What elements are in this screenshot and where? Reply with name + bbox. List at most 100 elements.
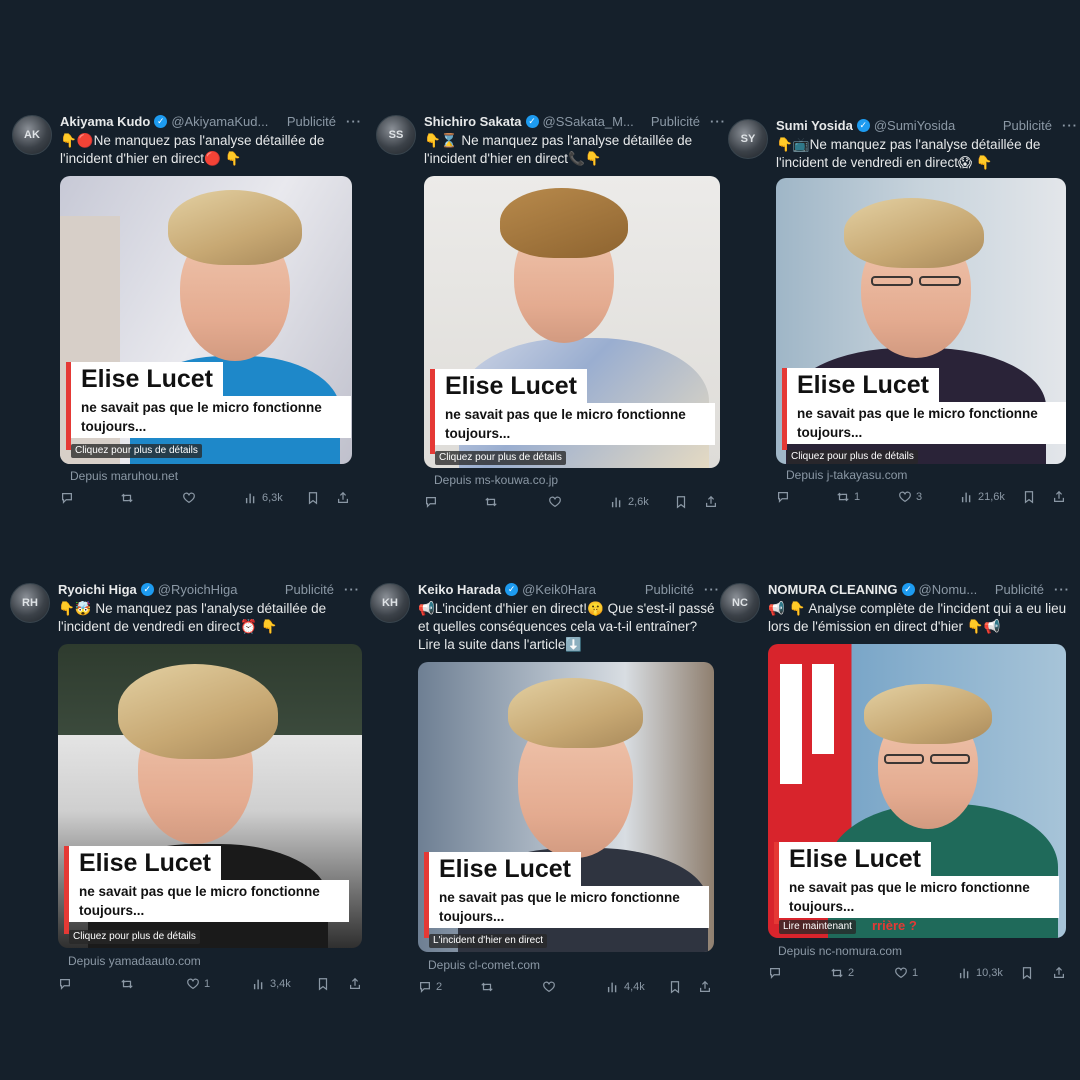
share-button[interactable] bbox=[1052, 490, 1066, 504]
bookmark-button[interactable] bbox=[306, 491, 320, 505]
cta-label[interactable]: Cliquez pour plus de détails bbox=[71, 444, 202, 458]
reply-button[interactable] bbox=[768, 966, 782, 980]
reply-count: 2 bbox=[436, 981, 443, 993]
ad-label: Publicité bbox=[286, 113, 336, 129]
display-name[interactable]: NOMURA CLEANING bbox=[768, 582, 898, 597]
sponsored-tweet[interactable]: KH Keiko Harada ✓ @Keik0Hara Publicité ·… bbox=[370, 580, 720, 1000]
share-button[interactable] bbox=[704, 495, 718, 509]
avatar[interactable]: AK bbox=[12, 115, 52, 155]
like-button[interactable]: 3 bbox=[898, 490, 922, 504]
views-button[interactable]: 2,6k bbox=[610, 495, 649, 509]
cta-label[interactable]: Cliquez pour plus de détails bbox=[69, 930, 200, 944]
media-card[interactable]: Elise Lucet ne savait pas que le micro f… bbox=[60, 176, 352, 464]
retweet-button[interactable] bbox=[480, 980, 494, 994]
avatar[interactable]: KH bbox=[370, 583, 410, 623]
more-icon[interactable]: ··· bbox=[1062, 118, 1078, 133]
more-icon[interactable]: ··· bbox=[346, 114, 362, 129]
cta-label[interactable]: Lire maintenant bbox=[779, 920, 856, 934]
sponsored-tweet[interactable]: NC NOMURA CLEANING ✓ @Nomu... Publicité … bbox=[720, 580, 1070, 1000]
display-name[interactable]: Ryoichi Higa bbox=[58, 582, 137, 597]
views-button[interactable]: 4,4k bbox=[606, 980, 645, 994]
retweet-icon bbox=[481, 982, 493, 992]
like-button[interactable] bbox=[182, 491, 196, 505]
like-button[interactable] bbox=[548, 495, 562, 509]
retweet-button[interactable] bbox=[120, 491, 134, 505]
source-link[interactable]: Depuis nc-nomura.com bbox=[778, 944, 902, 958]
more-icon[interactable]: ··· bbox=[704, 582, 720, 597]
share-button[interactable] bbox=[1052, 966, 1066, 980]
views-button[interactable]: 6,3k bbox=[244, 491, 283, 505]
sponsored-tweet[interactable]: SS Shichiro Sakata ✓ @SSakata_M... Publi… bbox=[376, 112, 726, 512]
share-icon bbox=[1054, 966, 1064, 978]
bookmark-button[interactable] bbox=[668, 980, 682, 994]
display-name[interactable]: Akiyama Kudo bbox=[60, 114, 150, 129]
bookmark-button[interactable] bbox=[1022, 490, 1036, 504]
media-card[interactable]: Elise Lucet ne savait pas que le micro f… bbox=[768, 644, 1066, 938]
cta-label[interactable]: Cliquez pour plus de détails bbox=[787, 450, 918, 464]
bookmark-button[interactable] bbox=[316, 977, 330, 991]
handle[interactable]: @SSakata_M... bbox=[543, 114, 641, 129]
retweet-button[interactable]: 2 bbox=[830, 966, 854, 980]
sponsored-tweet[interactable]: SY Sumi Yosida ✓ @SumiYosida Publicité ·… bbox=[728, 116, 1078, 516]
avatar[interactable]: RH bbox=[10, 583, 50, 623]
cta-label[interactable]: Cliquez pour plus de détails bbox=[435, 451, 566, 465]
reply-button[interactable]: 2 bbox=[418, 980, 442, 994]
tweet-text: 👇🔴Ne manquez pas l'analyse détaillée de … bbox=[60, 133, 325, 166]
sponsored-tweet[interactable]: AK Akiyama Kudo ✓ @AkiyamaKud... Publici… bbox=[12, 112, 362, 512]
retweet-button[interactable] bbox=[120, 977, 134, 991]
source-link[interactable]: Depuis cl-comet.com bbox=[428, 958, 540, 972]
retweet-button[interactable]: 1 bbox=[836, 490, 860, 504]
media-card[interactable]: Elise Lucet ne savait pas que le micro f… bbox=[418, 662, 714, 952]
like-icon bbox=[543, 981, 555, 993]
share-button[interactable] bbox=[698, 980, 712, 994]
verified-badge-icon: ✓ bbox=[856, 118, 870, 132]
like-button[interactable] bbox=[542, 980, 556, 994]
tweet-text: 📢L'incident d'hier en direct!🤫 Que s'est… bbox=[418, 601, 715, 652]
like-button[interactable]: 1 bbox=[894, 966, 918, 980]
source-link[interactable]: Depuis j-takayasu.com bbox=[786, 468, 907, 482]
retweet-button[interactable] bbox=[484, 495, 498, 509]
bookmark-button[interactable] bbox=[1020, 966, 1034, 980]
views-count: 2,6k bbox=[628, 496, 649, 508]
handle[interactable]: @SumiYosida bbox=[874, 118, 993, 133]
media-card[interactable]: Elise Lucet ne savait pas que le micro f… bbox=[58, 644, 362, 948]
share-icon bbox=[350, 977, 360, 989]
bookmark-button[interactable] bbox=[674, 495, 688, 509]
views-button[interactable]: 21,6k bbox=[960, 490, 1005, 504]
reply-button[interactable] bbox=[424, 495, 438, 509]
headline-overlay: Elise Lucet ne savait pas que le micro f… bbox=[430, 369, 720, 465]
like-button[interactable]: 1 bbox=[186, 977, 210, 991]
action-bar: 2,6k bbox=[424, 495, 726, 511]
cta-label[interactable]: L'incident d'hier en direct bbox=[429, 934, 547, 948]
source-link[interactable]: Depuis yamadaauto.com bbox=[68, 954, 201, 968]
handle[interactable]: @AkiyamaKud... bbox=[171, 114, 277, 129]
reply-button[interactable] bbox=[60, 491, 74, 505]
media-card[interactable]: Elise Lucet ne savait pas que le micro f… bbox=[776, 178, 1066, 464]
avatar[interactable]: NC bbox=[720, 583, 760, 623]
more-icon[interactable]: ··· bbox=[710, 114, 726, 129]
display-name[interactable]: Shichiro Sakata bbox=[424, 114, 522, 129]
handle[interactable]: @RyoichHiga bbox=[158, 582, 275, 597]
avatar[interactable]: SY bbox=[728, 119, 768, 159]
share-button[interactable] bbox=[348, 977, 362, 991]
reply-button[interactable] bbox=[776, 490, 790, 504]
sponsored-tweet[interactable]: RH Ryoichi Higa ✓ @RyoichHiga Publicité … bbox=[10, 580, 362, 1000]
handle[interactable]: @Nomu... bbox=[919, 582, 985, 597]
display-name[interactable]: Sumi Yosida bbox=[776, 118, 853, 133]
source-link[interactable]: Depuis ms-kouwa.co.jp bbox=[434, 473, 558, 487]
bookmark-icon bbox=[676, 496, 686, 509]
retweet-count: 1 bbox=[854, 491, 861, 503]
display-name[interactable]: Keiko Harada bbox=[418, 582, 501, 597]
more-icon[interactable]: ··· bbox=[344, 582, 360, 597]
avatar[interactable]: SS bbox=[376, 115, 416, 155]
source-link[interactable]: Depuis maruhou.net bbox=[70, 469, 178, 483]
share-button[interactable] bbox=[336, 491, 350, 505]
views-button[interactable]: 10,3k bbox=[958, 966, 1003, 980]
headline: Elise Lucet bbox=[71, 362, 223, 396]
views-count: 21,6k bbox=[978, 491, 1005, 503]
handle[interactable]: @Keik0Hara bbox=[522, 582, 635, 597]
media-card[interactable]: Elise Lucet ne savait pas que le micro f… bbox=[424, 176, 720, 468]
reply-button[interactable] bbox=[58, 977, 72, 991]
more-icon[interactable]: ··· bbox=[1054, 582, 1070, 597]
views-button[interactable]: 3,4k bbox=[252, 977, 291, 991]
